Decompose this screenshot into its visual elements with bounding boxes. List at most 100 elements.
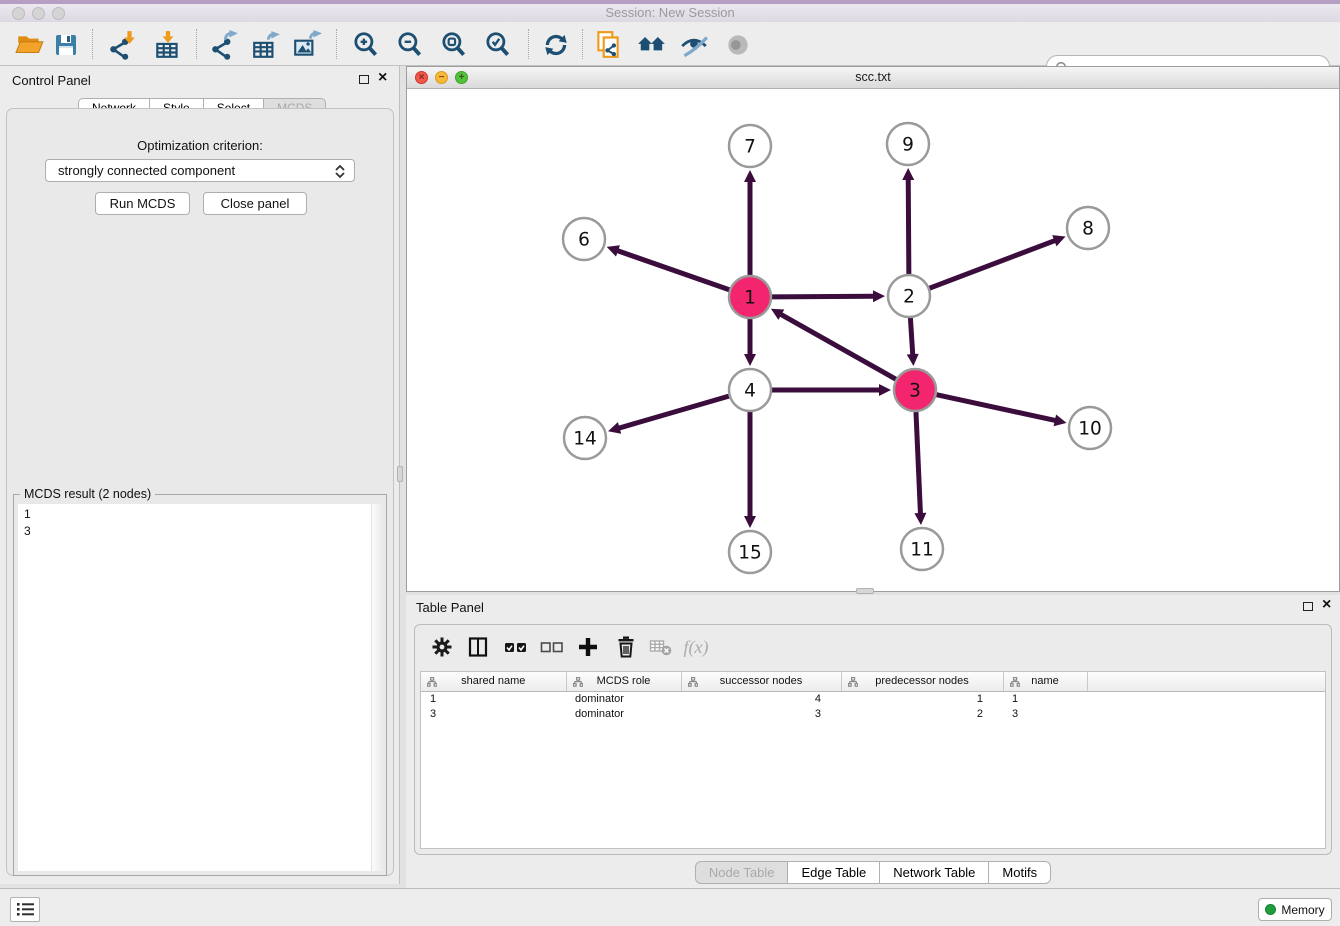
- node-15[interactable]: 15: [729, 531, 771, 573]
- result-scrollbar[interactable]: [371, 504, 382, 871]
- settings-gear-icon[interactable]: [429, 634, 455, 660]
- network-title: scc.txt: [407, 67, 1339, 88]
- mcds-result-text: 1 3: [18, 504, 382, 539]
- network-window-titlebar[interactable]: × − + scc.txt: [407, 67, 1339, 89]
- task-list-button[interactable]: [10, 897, 40, 922]
- home-icon[interactable]: [636, 29, 668, 61]
- node-3[interactable]: 3: [894, 369, 936, 411]
- float-panel-icon[interactable]: [359, 75, 369, 84]
- minimize-network-icon[interactable]: −: [435, 71, 448, 84]
- vertical-splitter-handle[interactable]: [397, 466, 403, 482]
- memory-button[interactable]: Memory: [1258, 898, 1332, 921]
- column-header-shared-name[interactable]: shared name: [421, 672, 566, 691]
- column-header-MCDS-role[interactable]: MCDS role: [566, 672, 681, 691]
- window-title: Session: New Session: [0, 4, 1340, 21]
- node-14[interactable]: 14: [564, 417, 606, 459]
- edge-1-6[interactable]: [617, 251, 729, 290]
- network-canvas[interactable]: 1 2 3 4 6 7 8 9 10 11 14 15: [407, 89, 1338, 591]
- close-table-panel-icon[interactable]: ×: [1322, 599, 1331, 611]
- select-all-icon[interactable]: [503, 634, 529, 660]
- chevron-up-down-icon: [333, 163, 347, 180]
- table-panel: Table Panel × f(x) shared nameMCDS: [406, 595, 1340, 888]
- zoom-window-icon[interactable]: [52, 7, 65, 20]
- tab-network-table[interactable]: Network Table: [879, 861, 989, 884]
- edge-2-9[interactable]: [908, 179, 909, 274]
- run-mcds-button[interactable]: Run MCDS: [95, 192, 190, 215]
- toolbar-divider: [196, 29, 197, 59]
- zoom-network-icon[interactable]: +: [455, 71, 468, 84]
- table-header-row: shared nameMCDS rolesuccessor nodesprede…: [421, 672, 1325, 691]
- node-11[interactable]: 11: [901, 528, 943, 570]
- toolbar-divider: [528, 29, 529, 59]
- close-panel-button[interactable]: Close panel: [203, 192, 307, 215]
- svg-text:9: 9: [902, 135, 914, 156]
- refresh-view-icon[interactable]: [540, 29, 572, 61]
- tab-edge-table[interactable]: Edge Table: [787, 861, 880, 884]
- table-row[interactable]: 3dominator323: [421, 706, 1325, 721]
- window-titlebar: Session: New Session: [0, 0, 1340, 22]
- edge-1-2[interactable]: [772, 296, 874, 297]
- memory-status-icon: [1265, 904, 1276, 915]
- control-panel-title: Control Panel: [12, 73, 91, 88]
- export-image-icon[interactable]: [291, 29, 323, 61]
- tab-node-table[interactable]: Node Table: [695, 861, 789, 884]
- edge-2-3[interactable]: [910, 318, 912, 355]
- minimize-window-icon[interactable]: [32, 7, 45, 20]
- optimization-criterion-label: Optimization criterion:: [7, 138, 393, 153]
- main-toolbar: [0, 22, 1340, 66]
- tab-motifs[interactable]: Motifs: [988, 861, 1051, 884]
- deselect-all-icon[interactable]: [539, 634, 565, 660]
- horizontal-splitter-handle[interactable]: [856, 588, 874, 594]
- zoom-in-icon[interactable]: [350, 29, 382, 61]
- node-table: shared nameMCDS rolesuccessor nodesprede…: [420, 671, 1326, 849]
- edge-3-10[interactable]: [936, 395, 1055, 421]
- close-panel-icon[interactable]: ×: [378, 72, 387, 84]
- status-bar: Memory: [0, 888, 1340, 926]
- column-header-successor-nodes[interactable]: successor nodes: [681, 672, 841, 691]
- column-header-name[interactable]: name: [1003, 672, 1087, 691]
- mcds-result-box[interactable]: 1 3: [18, 504, 382, 871]
- save-session-icon[interactable]: [50, 29, 82, 61]
- add-column-icon[interactable]: [575, 634, 601, 660]
- delete-table-icon[interactable]: [648, 634, 674, 660]
- zoom-out-icon[interactable]: [394, 29, 426, 61]
- zoom-selected-icon[interactable]: [482, 29, 514, 61]
- show-all-icon[interactable]: [722, 29, 754, 61]
- function-builder-icon[interactable]: f(x): [683, 634, 709, 660]
- close-network-icon[interactable]: ×: [415, 71, 428, 84]
- table-row[interactable]: 1dominator411: [421, 691, 1325, 706]
- edge-3-11[interactable]: [916, 412, 920, 514]
- node-6[interactable]: 6: [563, 218, 605, 260]
- export-network-icon[interactable]: [208, 29, 240, 61]
- mcds-result-title: MCDS result (2 nodes): [20, 487, 155, 501]
- node-1[interactable]: 1: [729, 276, 771, 318]
- svg-text:11: 11: [910, 540, 934, 561]
- edge-3-1[interactable]: [780, 314, 895, 379]
- node-4[interactable]: 4: [729, 369, 771, 411]
- hide-selected-icon[interactable]: [678, 29, 710, 61]
- edge-4-14[interactable]: [619, 396, 729, 428]
- column-header-predecessor-nodes[interactable]: predecessor nodes: [841, 672, 1003, 691]
- export-table-icon[interactable]: [250, 29, 282, 61]
- column-layout-icon[interactable]: [465, 634, 491, 660]
- delete-column-icon[interactable]: [613, 634, 639, 660]
- svg-text:1: 1: [744, 288, 756, 309]
- import-network-icon[interactable]: [106, 29, 138, 61]
- new-network-from-selection-icon[interactable]: [592, 29, 624, 61]
- float-table-panel-icon[interactable]: [1303, 602, 1313, 611]
- column-header-filler: [1087, 672, 1325, 691]
- criterion-dropdown[interactable]: strongly connected component: [45, 159, 355, 182]
- edge-2-8[interactable]: [930, 240, 1056, 288]
- node-9[interactable]: 9: [887, 123, 929, 165]
- node-10[interactable]: 10: [1069, 407, 1111, 449]
- svg-text:6: 6: [578, 230, 590, 251]
- node-7[interactable]: 7: [729, 125, 771, 167]
- close-window-icon[interactable]: [12, 7, 25, 20]
- list-icon: [17, 902, 34, 917]
- open-session-icon[interactable]: [14, 29, 46, 61]
- zoom-fit-icon[interactable]: [438, 29, 470, 61]
- import-table-icon[interactable]: [152, 29, 184, 61]
- node-8[interactable]: 8: [1067, 207, 1109, 249]
- mcds-result-group: MCDS result (2 nodes) 1 3: [13, 494, 387, 876]
- node-2[interactable]: 2: [888, 275, 930, 317]
